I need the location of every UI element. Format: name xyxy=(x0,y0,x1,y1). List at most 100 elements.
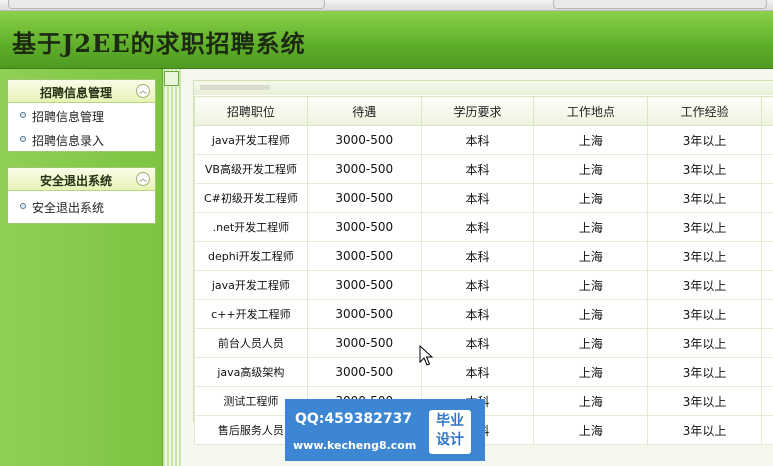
sidebar-item-recruitment-manage[interactable]: 招聘信息管理 xyxy=(8,103,155,127)
cell-location: 上海 xyxy=(533,357,649,387)
menu-group-logout: 安全退出系统 ︿ 安全退出系统 xyxy=(7,167,156,224)
cell-position: java开发工程师 xyxy=(194,270,308,300)
watermark-banner: QQ:459382737 www.kecheng8.com 毕业 设计 xyxy=(285,399,485,461)
menu-group-title: 安全退出系统 xyxy=(40,174,113,188)
cell-experience: 3年以上 xyxy=(647,415,762,445)
cell-extra xyxy=(761,299,773,329)
job-table: 招聘职位 待遇 学历要求 工作地点 工作经验 java开发工程师 3000-500… xyxy=(194,96,773,445)
cell-extra xyxy=(761,415,773,445)
table-row[interactable]: dephi开发工程师 3000-500 本科 上海 3年以上 xyxy=(194,241,773,271)
table-row[interactable]: c++开发工程师 3000-500 本科 上海 3年以上 xyxy=(194,299,773,329)
header-banner: 基于J2EE的求职招聘系统 xyxy=(0,11,773,70)
cell-location: 上海 xyxy=(533,183,649,213)
cell-extra xyxy=(761,183,773,213)
cell-location: 上海 xyxy=(533,125,649,155)
menu-group-recruitment: 招聘信息管理 ︿ 招聘信息管理 招聘信息录入 xyxy=(7,79,156,152)
mouse-cursor-icon xyxy=(419,345,433,366)
grid-toolbar-placeholder xyxy=(200,85,270,90)
browser-tab-strip xyxy=(0,0,773,11)
cell-education: 本科 xyxy=(420,212,535,242)
cell-experience: 3年以上 xyxy=(647,212,762,242)
cell-location: 上海 xyxy=(533,270,649,300)
cell-location: 上海 xyxy=(533,328,649,358)
cell-education: 本科 xyxy=(420,154,535,184)
watermark-qq: QQ:459382737 xyxy=(295,411,413,427)
cell-education: 本科 xyxy=(420,270,535,300)
sidebar-item-logout[interactable]: 安全退出系统 xyxy=(8,191,155,223)
sidebar-item-label[interactable]: 招聘信息录入 xyxy=(32,132,104,149)
chevron-up-icon[interactable]: ︿ xyxy=(136,172,150,186)
cell-location: 上海 xyxy=(533,386,649,416)
cell-salary: 3000-500 xyxy=(306,241,422,271)
column-header-salary[interactable]: 待遇 xyxy=(306,96,422,126)
browser-tab[interactable] xyxy=(553,0,767,9)
cell-location: 上海 xyxy=(533,299,649,329)
table-row[interactable]: VB高级开发工程师 3000-500 本科 上海 3年以上 xyxy=(194,154,773,184)
cell-salary: 3000-500 xyxy=(306,357,422,387)
cell-position: java高级架构 xyxy=(194,357,308,387)
cell-education: 本科 xyxy=(420,183,535,213)
cell-experience: 3年以上 xyxy=(647,270,762,300)
cell-extra xyxy=(761,357,773,387)
cell-experience: 3年以上 xyxy=(647,241,762,271)
grid-toolbar xyxy=(194,81,773,95)
cell-experience: 3年以上 xyxy=(647,299,762,329)
column-header-position[interactable]: 招聘职位 xyxy=(194,96,308,126)
cell-location: 上海 xyxy=(533,415,649,445)
splitter-toggle-icon[interactable] xyxy=(164,71,179,86)
table-row[interactable]: java高级架构 3000-500 本科 上海 3年以上 xyxy=(194,357,773,387)
cell-salary: 3000-500 xyxy=(306,270,422,300)
cell-experience: 3年以上 xyxy=(647,183,762,213)
cell-salary: 3000-500 xyxy=(306,212,422,242)
table-row[interactable]: java开发工程师 3000-500 本科 上海 3年以上 xyxy=(194,270,773,300)
cell-experience: 3年以上 xyxy=(647,125,762,155)
watermark-badge-line1: 毕业 xyxy=(436,413,464,429)
cell-education: 本科 xyxy=(420,328,535,358)
chevron-up-icon[interactable]: ︿ xyxy=(136,84,150,98)
cell-position: dephi开发工程师 xyxy=(194,241,308,271)
watermark-badge-line2: 设计 xyxy=(436,432,464,448)
sidebar-item-recruitment-entry[interactable]: 招聘信息录入 xyxy=(8,127,155,151)
bullet-icon xyxy=(20,203,26,209)
menu-group-title: 招聘信息管理 xyxy=(40,86,113,100)
app-title: 基于J2EE的求职招聘系统 xyxy=(12,29,306,58)
column-header-education[interactable]: 学历要求 xyxy=(420,96,535,126)
cell-extra xyxy=(761,125,773,155)
bullet-icon xyxy=(20,112,26,118)
cell-position: c++开发工程师 xyxy=(194,299,308,329)
cell-education: 本科 xyxy=(420,241,535,271)
column-header-experience[interactable]: 工作经验 xyxy=(647,96,762,126)
sidebar: 招聘信息管理 ︿ 招聘信息管理 招聘信息录入 安全退出系统 ︿ 安全退出系统 xyxy=(0,69,162,466)
cell-location: 上海 xyxy=(533,154,649,184)
sidebar-item-label[interactable]: 安全退出系统 xyxy=(32,199,104,216)
cell-education: 本科 xyxy=(420,125,535,155)
sidebar-item-label[interactable]: 招聘信息管理 xyxy=(32,108,104,125)
cell-extra xyxy=(761,270,773,300)
table-row[interactable]: java开发工程师 3000-500 本科 上海 3年以上 xyxy=(194,125,773,155)
cell-location: 上海 xyxy=(533,212,649,242)
cell-extra xyxy=(761,241,773,271)
cell-salary: 3000-500 xyxy=(306,125,422,155)
cell-salary: 3000-500 xyxy=(306,183,422,213)
cell-experience: 3年以上 xyxy=(647,357,762,387)
cell-position: 前台人员人员 xyxy=(194,328,308,358)
cell-education: 本科 xyxy=(420,357,535,387)
cell-salary: 3000-500 xyxy=(306,154,422,184)
column-header-location[interactable]: 工作地点 xyxy=(533,96,649,126)
browser-tab[interactable] xyxy=(8,0,325,9)
table-row[interactable]: .net开发工程师 3000-500 本科 上海 3年以上 xyxy=(194,212,773,242)
menu-group-header[interactable]: 安全退出系统 ︿ xyxy=(8,168,155,191)
table-row[interactable]: 前台人员人员 3000-500 本科 上海 3年以上 xyxy=(194,328,773,358)
table-row[interactable]: C#初级开发工程师 3000-500 本科 上海 3年以上 xyxy=(194,183,773,213)
cell-position: .net开发工程师 xyxy=(194,212,308,242)
cell-position: VB高级开发工程师 xyxy=(194,154,308,184)
watermark-url: www.kecheng8.com xyxy=(293,439,417,452)
table-header-row: 招聘职位 待遇 学历要求 工作地点 工作经验 xyxy=(194,96,773,126)
cell-experience: 3年以上 xyxy=(647,386,762,416)
cell-experience: 3年以上 xyxy=(647,328,762,358)
cell-salary: 3000-500 xyxy=(306,299,422,329)
menu-group-header[interactable]: 招聘信息管理 ︿ xyxy=(8,80,155,103)
sidebar-splitter[interactable] xyxy=(162,69,181,466)
cell-location: 上海 xyxy=(533,241,649,271)
job-grid: 招聘职位 待遇 学历要求 工作地点 工作经验 java开发工程师 3000-500… xyxy=(193,80,773,445)
